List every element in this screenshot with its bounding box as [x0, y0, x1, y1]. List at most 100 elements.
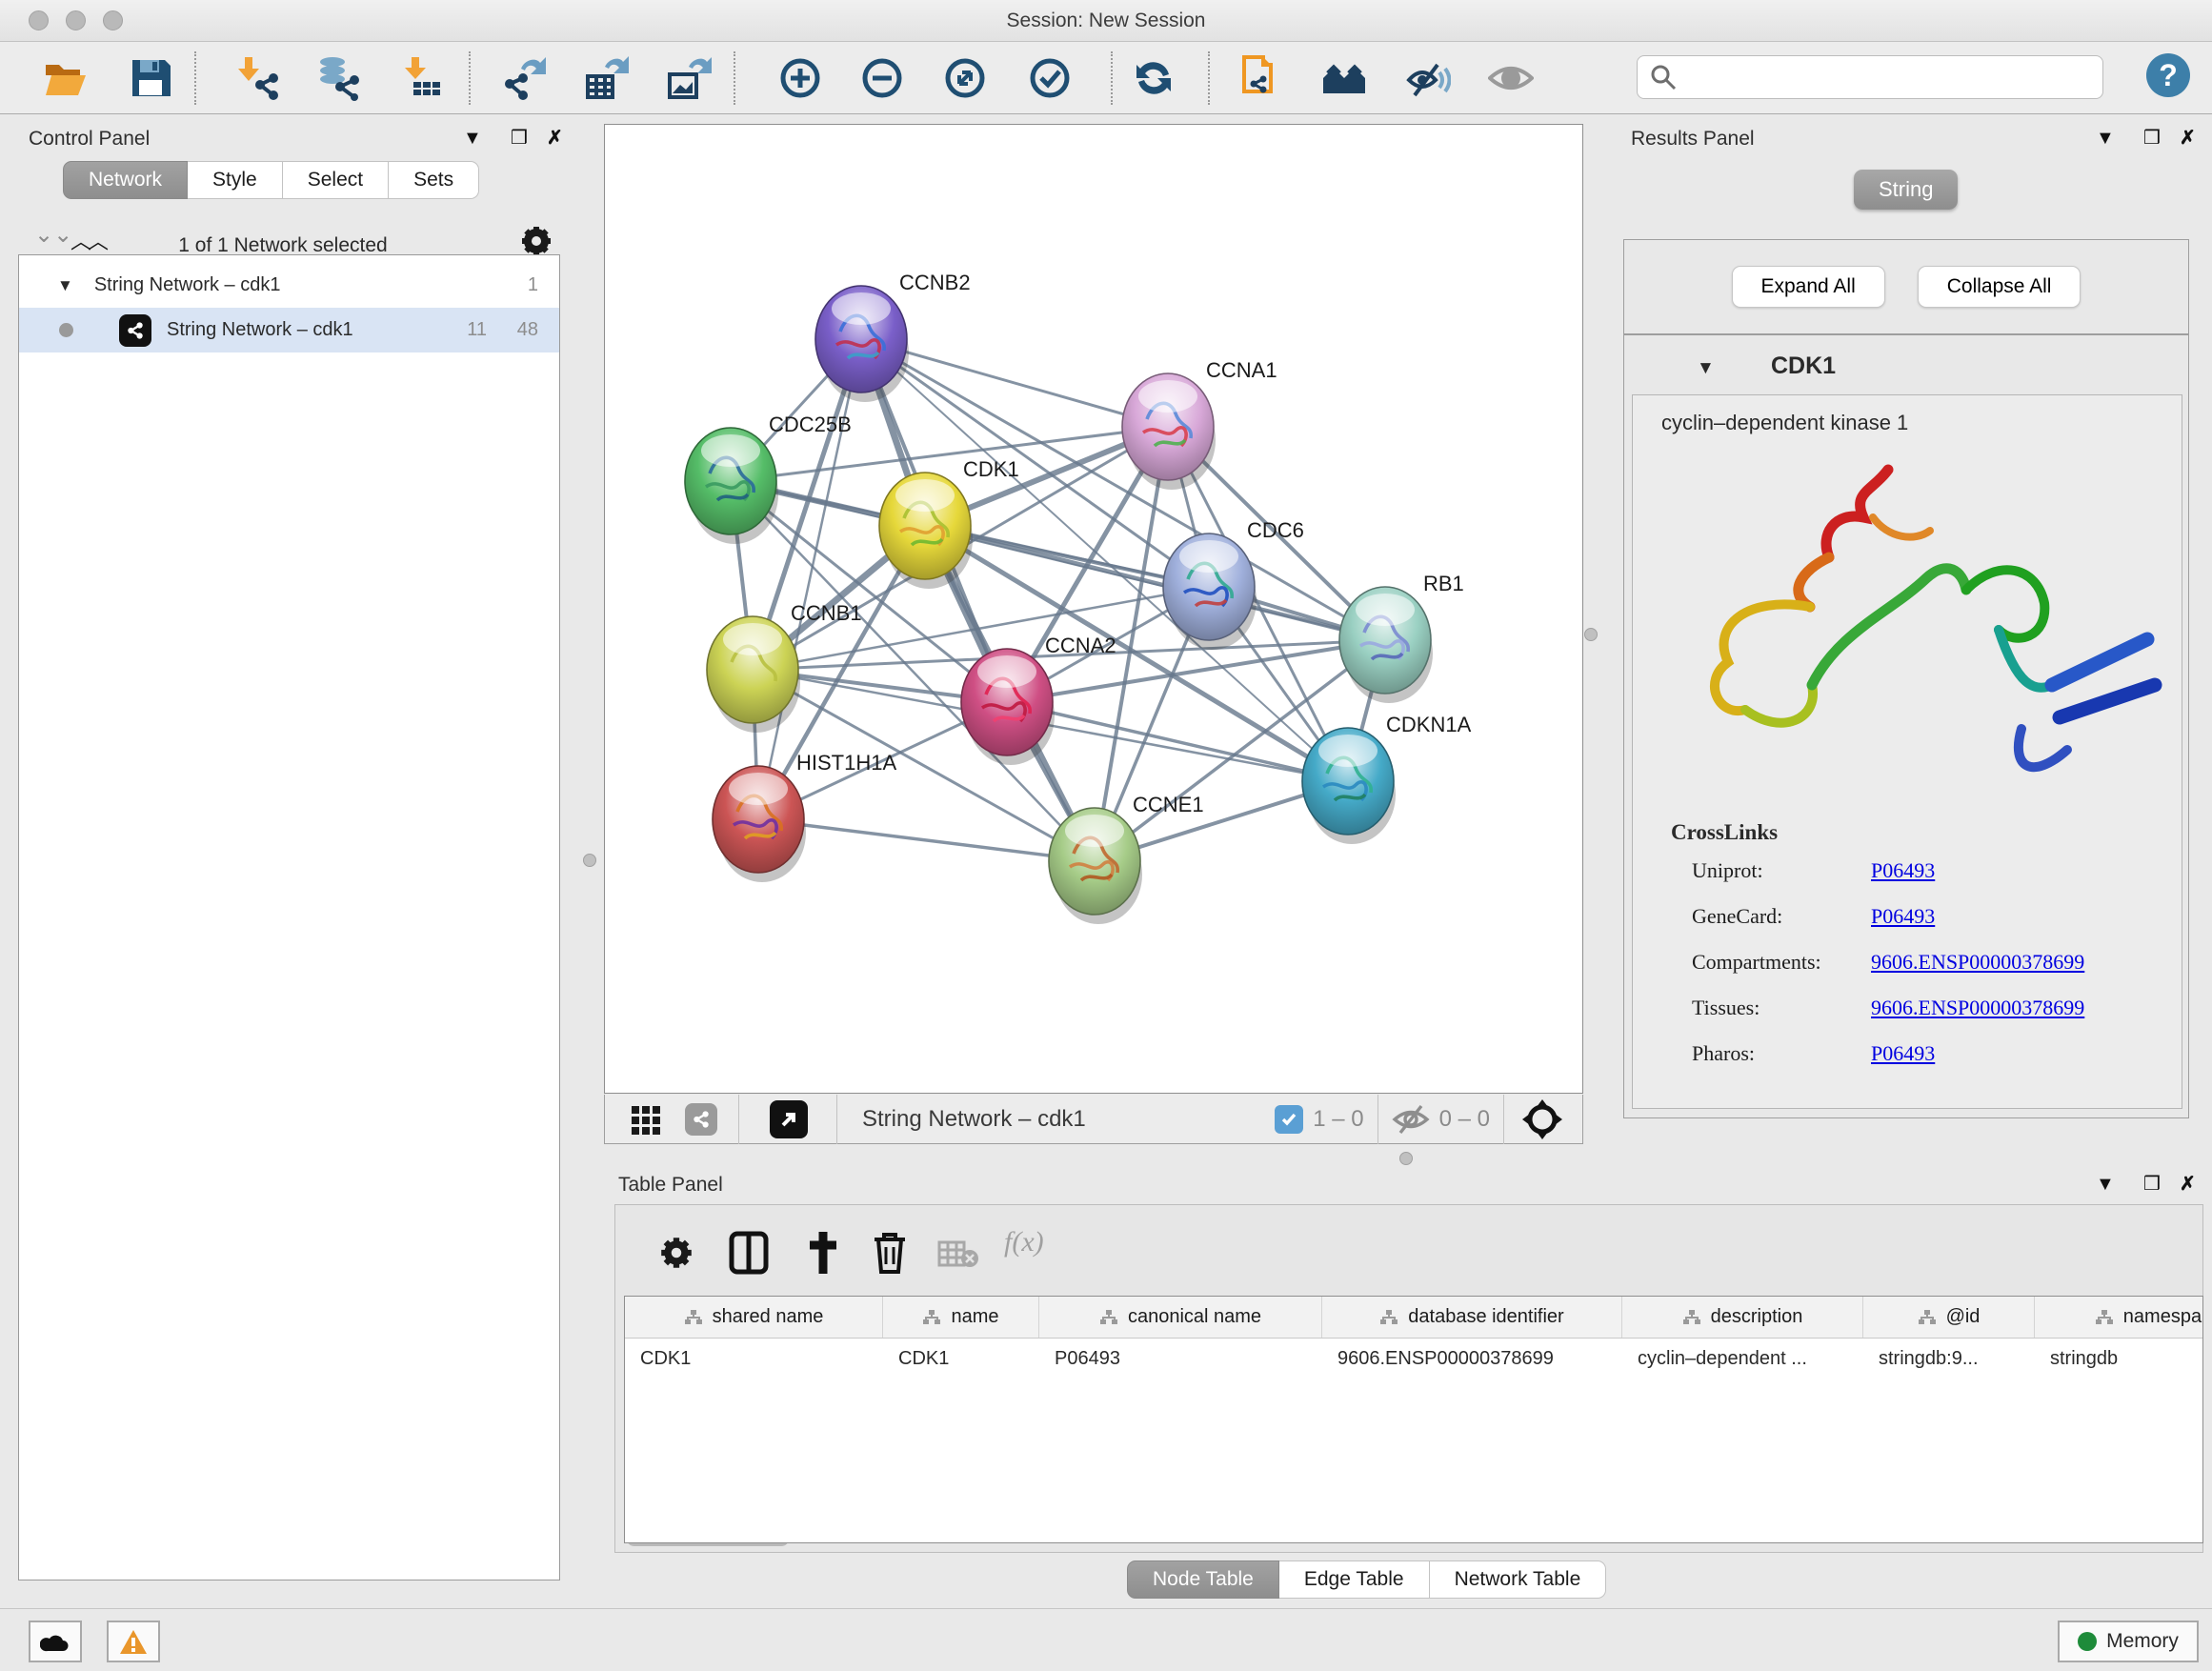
network-node-cdkn1a[interactable]	[1302, 728, 1396, 844]
open-folder-icon[interactable]	[42, 55, 88, 101]
network-row-selected[interactable]: String Network – cdk1 11 48	[19, 308, 559, 352]
network-node-cdc6[interactable]	[1163, 534, 1257, 650]
column-type-icon	[1918, 1308, 1937, 1327]
column-header-@id[interactable]: @id	[1863, 1297, 2035, 1338]
table-row[interactable]: CDK1CDK1P064939606.ENSP00000378699cyclin…	[625, 1339, 2202, 1379]
table-cell: 9606.ENSP00000378699	[1322, 1339, 1622, 1379]
import-network-database-icon[interactable]	[315, 55, 361, 101]
memory-button[interactable]: Memory	[2058, 1621, 2199, 1662]
title-bar: Session: New Session	[0, 0, 2212, 42]
column-header-name[interactable]: name	[883, 1297, 1039, 1338]
zoom-selected-icon[interactable]	[1027, 55, 1073, 101]
export-image-icon[interactable]	[666, 55, 712, 101]
network-node-ccna2[interactable]	[961, 649, 1055, 765]
import-network-icon[interactable]	[235, 55, 281, 101]
delete-column-icon[interactable]	[871, 1230, 909, 1276]
crosslink-link[interactable]: 9606.ENSP00000378699	[1871, 996, 2084, 1020]
table-panel-float-icon[interactable]: ❒	[2143, 1172, 2161, 1196]
open-in-new-window-icon[interactable]	[770, 1100, 808, 1138]
horizontal-splitter-handle[interactable]	[1399, 1152, 1413, 1165]
network-collection-row[interactable]: ▼ String Network – cdk1 1	[19, 263, 559, 308]
search-input[interactable]	[1637, 55, 2103, 99]
tab-style[interactable]: Style	[188, 161, 283, 199]
tab-edge-table[interactable]: Edge Table	[1279, 1560, 1430, 1599]
network-type-icon[interactable]	[685, 1103, 717, 1136]
string-home-icon[interactable]	[1321, 55, 1367, 101]
network-node-rb1[interactable]	[1339, 587, 1433, 703]
right-splitter-handle[interactable]	[1584, 628, 1598, 641]
hidden-counter: 0 – 0	[1439, 1106, 1490, 1133]
hidden-eye-slash-icon[interactable]	[1392, 1103, 1430, 1136]
network-canvas[interactable]: CCNB2CCNA1CDC25BCDK1CDC6RB1CCNB1CCNA2CDK…	[604, 124, 1583, 1094]
copy-document-icon[interactable]	[1237, 55, 1282, 101]
crosslink-link[interactable]: P06493	[1871, 858, 1935, 883]
tab-string[interactable]: String	[1854, 170, 1958, 210]
table-panel-close-icon[interactable]: ✗	[2180, 1172, 2196, 1196]
birds-eye-grid-icon[interactable]	[630, 1102, 664, 1137]
fit-selected-crosshair-icon[interactable]	[1521, 1098, 1563, 1140]
network-node-ccna1[interactable]	[1122, 373, 1216, 490]
zoom-fit-icon[interactable]	[942, 55, 988, 101]
network-node-hist1h1a[interactable]	[713, 766, 806, 882]
enhanced-graphics-icon[interactable]	[1488, 55, 1534, 101]
network-edge[interactable]	[758, 339, 861, 819]
tab-network[interactable]: Network	[63, 161, 188, 199]
left-splitter-handle[interactable]	[583, 854, 596, 867]
results-panel-menu-icon[interactable]: ▼	[2096, 128, 2115, 150]
control-panel-close-icon[interactable]: ✗	[547, 126, 563, 150]
warning-status-button[interactable]	[107, 1621, 160, 1662]
collapse-all-button[interactable]: Collapse All	[1918, 266, 2081, 308]
network-node-ccnb1[interactable]	[707, 616, 800, 733]
column-type-icon	[1099, 1308, 1118, 1327]
control-panel-menu-icon[interactable]: ▼	[463, 128, 482, 150]
column-header-description[interactable]: description	[1622, 1297, 1863, 1338]
column-header-shared-name[interactable]: shared name	[625, 1297, 883, 1338]
column-header-canonical-name[interactable]: canonical name	[1039, 1297, 1322, 1338]
node-label-cdc25b: CDC25B	[769, 413, 852, 436]
zoom-out-icon[interactable]	[859, 55, 905, 101]
network-node-cdc25b[interactable]	[685, 428, 778, 544]
export-network-icon[interactable]	[502, 55, 548, 101]
protein-description: cyclin–dependent kinase 1	[1661, 411, 2182, 435]
column-type-icon	[1379, 1308, 1398, 1327]
column-header-namespace[interactable]: namespace	[2035, 1297, 2203, 1338]
network-node-ccne1[interactable]	[1049, 808, 1142, 924]
refresh-icon[interactable]	[1131, 55, 1176, 101]
network-node-ccnb2[interactable]	[815, 286, 909, 402]
network-edge[interactable]	[925, 526, 1385, 640]
control-panel-float-icon[interactable]: ❒	[511, 126, 528, 150]
show-columns-icon[interactable]	[728, 1230, 770, 1276]
tab-network-table[interactable]: Network Table	[1430, 1560, 1607, 1599]
crosslink-link[interactable]: P06493	[1871, 904, 1935, 929]
network-node-cdk1[interactable]	[879, 473, 973, 589]
tab-sets[interactable]: Sets	[389, 161, 479, 199]
tab-node-table[interactable]: Node Table	[1127, 1560, 1279, 1599]
memory-status-dot	[2078, 1632, 2097, 1651]
tree-expander-icon[interactable]: ▼	[57, 276, 73, 295]
node-count: 11	[467, 319, 487, 341]
save-icon[interactable]	[128, 55, 173, 101]
table-options-gear-icon[interactable]	[657, 1234, 695, 1272]
results-panel-float-icon[interactable]: ❒	[2143, 126, 2161, 150]
cloud-status-button[interactable]	[29, 1621, 82, 1662]
tab-select[interactable]: Select	[283, 161, 389, 199]
help-icon[interactable]: ?	[2146, 53, 2190, 97]
network-edge[interactable]	[1007, 702, 1348, 781]
crosslink-link[interactable]: 9606.ENSP00000378699	[1871, 950, 2084, 975]
network-view-toolbar: String Network – cdk1 1 – 0 0 – 0	[604, 1095, 1583, 1144]
zoom-in-icon[interactable]	[777, 55, 823, 101]
table-panel-menu-icon[interactable]: ▼	[2096, 1174, 2115, 1196]
add-column-icon[interactable]	[802, 1230, 844, 1276]
column-header-database-identifier[interactable]: database identifier	[1322, 1297, 1622, 1338]
crosslink-link[interactable]: P06493	[1871, 1041, 1935, 1066]
import-table-icon[interactable]	[400, 55, 446, 101]
network-edge[interactable]	[758, 819, 1095, 861]
node-label-ccnb2: CCNB2	[899, 271, 971, 294]
results-panel-close-icon[interactable]: ✗	[2180, 126, 2196, 150]
export-table-icon[interactable]	[584, 55, 630, 101]
selected-nodes-checkbox[interactable]	[1275, 1105, 1303, 1134]
crosslink-label: GeneCard:	[1692, 904, 1871, 929]
protein-expander-icon[interactable]: ▼	[1697, 358, 1715, 379]
hide-glass-icon[interactable]	[1405, 55, 1451, 101]
expand-all-button[interactable]: Expand All	[1732, 266, 1885, 308]
